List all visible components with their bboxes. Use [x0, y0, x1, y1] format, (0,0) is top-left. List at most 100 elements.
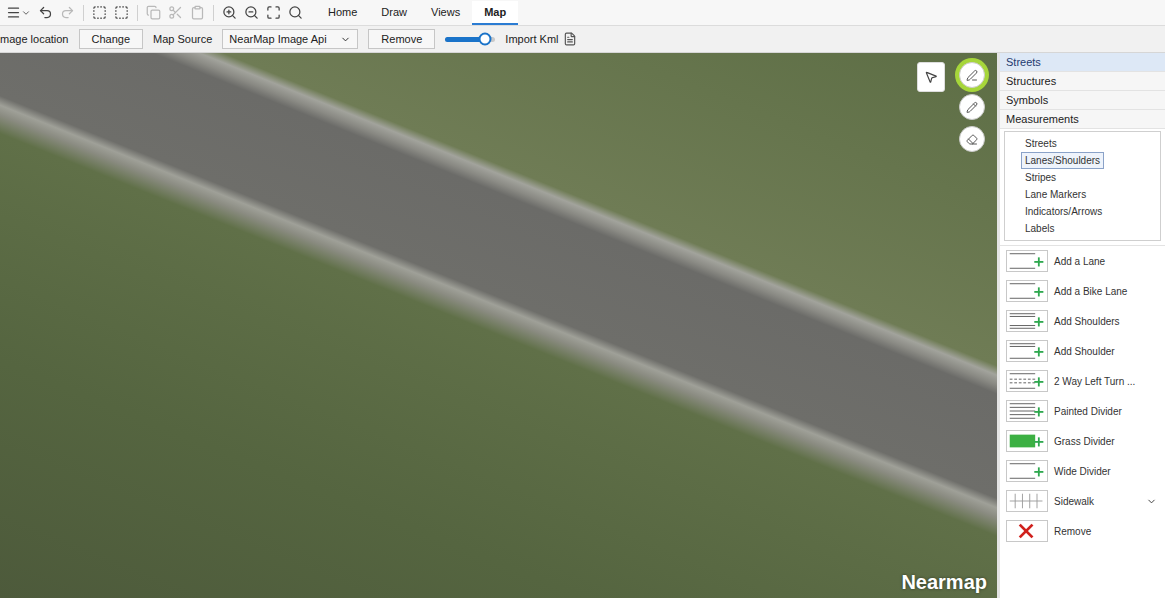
map-tool-button[interactable]	[959, 94, 985, 120]
tool-item[interactable]: Remove	[1000, 516, 1165, 546]
copy-icon	[146, 5, 161, 20]
subcategory-tree: StreetsLanes/ShouldersStripesLane Marker…	[1004, 131, 1161, 241]
tool-item[interactable]: Grass Divider	[1000, 426, 1165, 456]
wide-icon	[1006, 460, 1048, 482]
plus-icon	[1034, 407, 1043, 416]
tool-label: Grass Divider	[1054, 436, 1157, 447]
tool-label: Painted Divider	[1054, 406, 1157, 417]
ribbon-tabs: HomeDrawViewsMap	[316, 0, 518, 25]
opacity-slider[interactable]	[445, 37, 495, 42]
undo-button[interactable]	[36, 3, 55, 22]
ribbon-tab[interactable]: Views	[419, 1, 472, 25]
zoom-search-button[interactable]	[286, 3, 305, 22]
fit-button[interactable]	[264, 3, 283, 22]
map-tool-button[interactable]	[959, 126, 985, 152]
import-kml-button[interactable]: Import Kml	[505, 32, 576, 46]
category-item[interactable]: Streets	[1000, 53, 1165, 72]
plus-icon	[1034, 287, 1043, 296]
tool-item[interactable]: Add Shoulder	[1000, 336, 1165, 366]
select-area-icon	[114, 5, 129, 20]
category-item[interactable]: Symbols	[1000, 91, 1165, 110]
menu-icon	[6, 5, 21, 20]
grass-icon	[1006, 430, 1048, 452]
edit-icon	[966, 101, 978, 114]
ribbon-tab[interactable]: Draw	[369, 1, 419, 25]
tool-item[interactable]: Wide Divider	[1000, 456, 1165, 486]
paste-button[interactable]	[188, 3, 207, 22]
chevron-down-icon	[21, 8, 31, 18]
tool-label: Add Shoulders	[1054, 316, 1157, 327]
dropdown-icon	[340, 34, 351, 45]
zoom-search-icon	[288, 5, 303, 20]
redo-button[interactable]	[58, 3, 77, 22]
slider-thumb[interactable]	[479, 33, 492, 46]
aerial-map[interactable]: Nearmap	[0, 53, 997, 598]
ribbon-tab[interactable]: Home	[316, 1, 369, 25]
map-bar: mage locationChangeMap SourceNearMap Ima…	[0, 26, 1165, 53]
dropdown-icon[interactable]	[1146, 496, 1157, 507]
bike-icon	[1006, 280, 1048, 302]
fit-icon	[266, 5, 281, 20]
tool-label: Remove	[1054, 526, 1157, 537]
map-tool-button[interactable]	[917, 62, 945, 92]
copy-button[interactable]	[144, 3, 163, 22]
import-label: Import Kml	[505, 33, 558, 45]
tool-label: Add a Lane	[1054, 256, 1157, 267]
map-tool-button[interactable]	[959, 62, 985, 88]
subcategory-item[interactable]: Streets	[1021, 135, 1061, 152]
zoom-out-icon	[244, 5, 259, 20]
source-label: Map Source	[153, 33, 212, 45]
subcategory-item[interactable]: Stripes	[1021, 169, 1060, 186]
subcategory-item[interactable]: Indicators/Arrows	[1021, 203, 1106, 220]
remove-icon	[1006, 520, 1048, 542]
file-icon	[563, 32, 577, 46]
tool-label: 2 Way Left Turn ...	[1054, 376, 1157, 387]
tool-item[interactable]: Add Shoulders	[1000, 306, 1165, 336]
plus-icon	[1034, 317, 1043, 326]
toolbar-separator	[83, 5, 84, 21]
subcategory-item[interactable]: Lanes/Shoulders	[1021, 152, 1104, 169]
plus-icon	[1034, 257, 1043, 266]
select-area-button[interactable]	[112, 3, 131, 22]
toolbar-separator	[137, 5, 138, 21]
source-select[interactable]: NearMap Image Api	[222, 29, 358, 49]
zoom-out-button[interactable]	[242, 3, 261, 22]
app-window: HomeDrawViewsMapmage locationChangeMap S…	[0, 0, 1165, 598]
toolbar-separator	[213, 5, 214, 21]
side-panel: StreetsStructuresSymbolsMeasurementsStre…	[997, 53, 1165, 598]
shoulders-icon	[1006, 310, 1048, 332]
painted-icon	[1006, 400, 1048, 422]
redo-icon	[60, 5, 75, 20]
erase-icon	[966, 133, 978, 146]
zoom-in-icon	[222, 5, 237, 20]
cut-button[interactable]	[166, 3, 185, 22]
tool-item[interactable]: Add a Lane	[1000, 246, 1165, 276]
tool-label: Sidewalk	[1054, 496, 1140, 507]
undo-icon	[38, 5, 53, 20]
change-button[interactable]: Change	[79, 29, 144, 49]
plus-icon	[1034, 377, 1043, 386]
map-tools	[917, 62, 985, 152]
main-area: NearmapStreetsStructuresSymbolsMeasureme…	[0, 53, 1165, 598]
subcategory-item[interactable]: Labels	[1021, 220, 1058, 237]
paste-icon	[190, 5, 205, 20]
remove-button[interactable]: Remove	[368, 29, 435, 49]
category-item[interactable]: Structures	[1000, 72, 1165, 91]
tool-item[interactable]: Painted Divider	[1000, 396, 1165, 426]
turn-icon	[1006, 370, 1048, 392]
tool-item[interactable]: 2 Way Left Turn ...	[1000, 366, 1165, 396]
ribbon-tab[interactable]: Map	[472, 1, 518, 25]
tool-label: Add a Bike Lane	[1054, 286, 1157, 297]
select-button[interactable]	[90, 3, 109, 22]
cut-icon	[168, 5, 183, 20]
menu-button[interactable]	[4, 3, 33, 22]
lane-icon	[1006, 250, 1048, 272]
tool-item[interactable]: Add a Bike Lane	[1000, 276, 1165, 306]
draw-icon	[966, 69, 978, 82]
category-item[interactable]: Measurements	[1000, 110, 1165, 129]
select-icon	[92, 5, 107, 20]
zoom-in-button[interactable]	[220, 3, 239, 22]
subcategory-item[interactable]: Lane Markers	[1021, 186, 1090, 203]
tool-item[interactable]: Sidewalk	[1000, 486, 1165, 516]
plus-icon	[1034, 467, 1043, 476]
